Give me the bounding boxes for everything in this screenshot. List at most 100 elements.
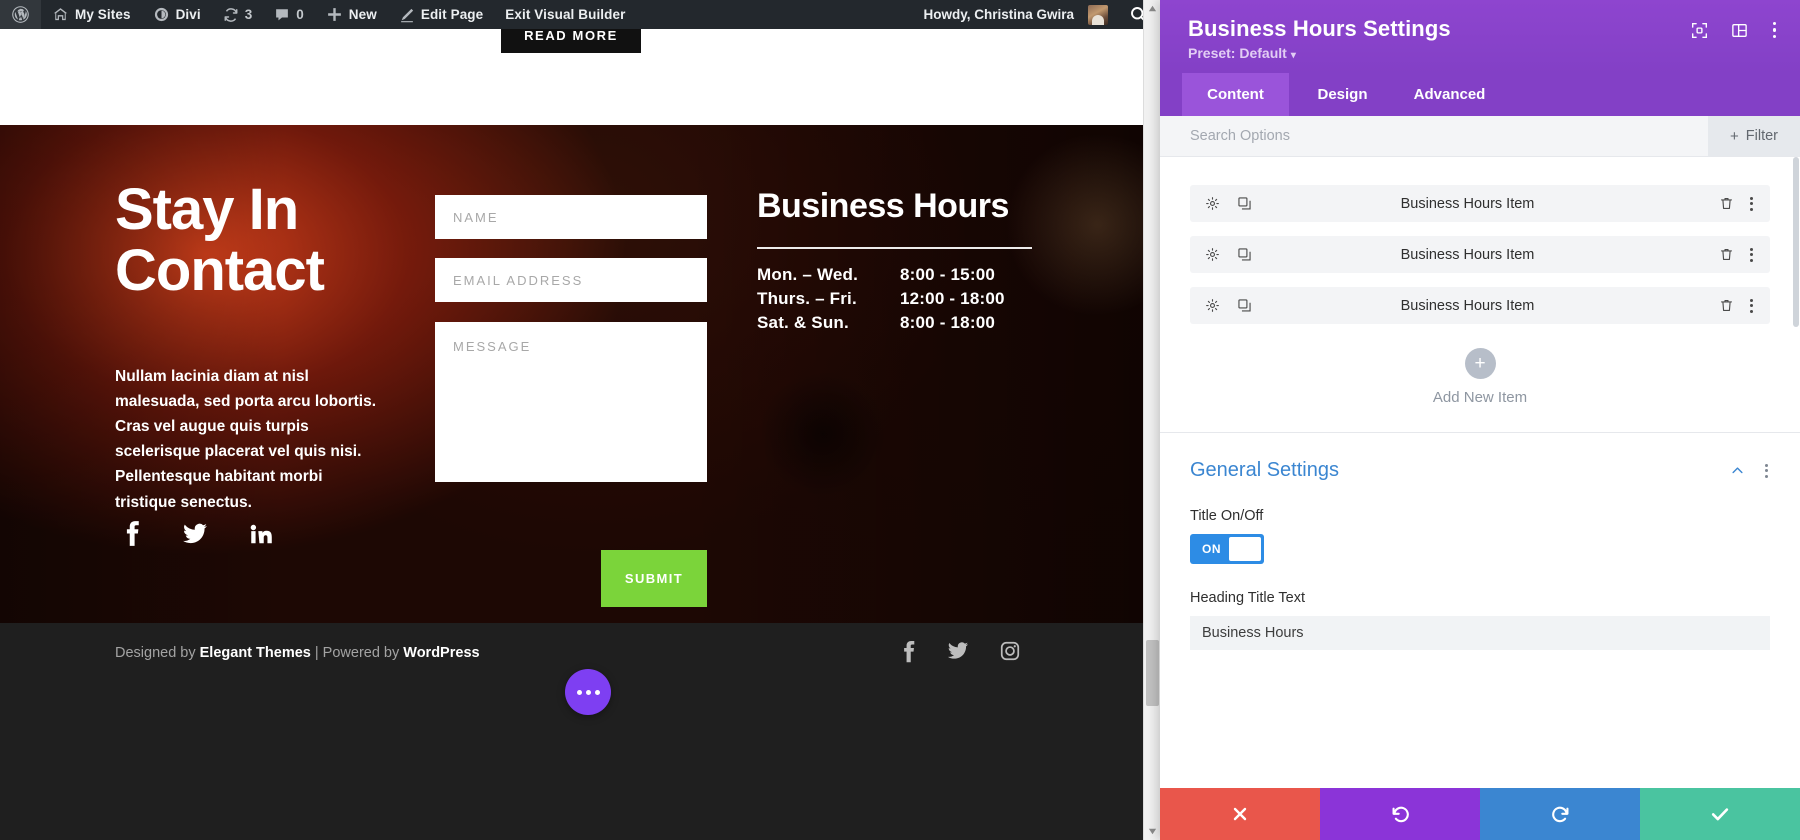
add-new-item-label[interactable]: Add New Item [1190,389,1770,406]
footer-powered-by-brand[interactable]: WordPress [403,645,479,661]
dot [594,689,600,695]
search-options-input[interactable] [1160,116,1708,156]
facebook-icon[interactable] [900,640,917,664]
read-more-button[interactable]: READ MORE [501,29,641,53]
sites-icon [52,6,69,23]
business-hours-day: Thurs. – Fri. [757,289,857,309]
adminbar-exit-visual-builder[interactable]: Exit Visual Builder [494,0,636,29]
filter-button-label: Filter [1745,128,1778,144]
business-hours-row: Sat. & Sun. 8:00 - 18:00 [757,311,1032,335]
hero-heading: Stay In Contact [115,177,325,304]
instagram-icon[interactable] [999,640,1021,664]
hero-social-links [122,520,274,548]
panel-body: Business Hours Item Business Hours Item … [1160,157,1800,788]
panel-title: Business Hours Settings [1188,16,1451,41]
list-item[interactable]: Business Hours Item [1190,287,1770,324]
trash-icon[interactable] [1719,247,1734,262]
list-item-more-icon[interactable] [1748,297,1755,315]
redo-button[interactable] [1480,788,1640,840]
heading-title-input[interactable] [1190,616,1770,650]
adminbar-howdy-label: Howdy, Christina Gwira [923,7,1074,22]
trash-icon[interactable] [1719,298,1734,313]
business-hours-day: Sat. & Sun. [757,313,849,333]
wordpress-icon [11,5,30,24]
general-settings-title: General Settings [1190,459,1339,481]
general-settings-more-icon[interactable] [1763,462,1770,480]
hero-paragraph: Nullam lacinia diam at nisl malesuada, s… [115,368,376,511]
tab-advanced[interactable]: Advanced [1396,73,1503,116]
adminbar-edit-page[interactable]: Edit Page [388,0,494,29]
plus-icon[interactable]: + [1464,348,1496,379]
panel-scrollbar-thumb[interactable] [1793,157,1799,327]
linkedin-icon[interactable] [248,521,274,547]
facebook-icon[interactable] [122,520,142,548]
adminbar-my-sites-label: My Sites [75,7,131,22]
general-settings-header[interactable]: General Settings [1190,459,1770,482]
adminbar-comments[interactable]: 0 [263,0,315,29]
adminbar-my-sites[interactable]: My Sites [41,0,142,29]
adminbar-updates-count: 3 [244,7,253,22]
adminbar-wordpress-logo[interactable] [0,0,41,29]
panel-scrollbar[interactable] [1791,157,1800,788]
add-new-item-control[interactable]: + Add New Item [1190,338,1770,432]
list-item-more-icon[interactable] [1748,195,1755,213]
tab-design[interactable]: Design [1289,73,1396,116]
module-settings-panel: Business Hours Settings Preset: Default … [1160,0,1800,840]
chevron-down-icon: ▾ [1290,50,1296,61]
footer-social-links [900,640,1021,664]
focus-module-icon[interactable] [1691,22,1708,39]
undo-button[interactable] [1320,788,1480,840]
contact-form [435,195,707,487]
divi-page-settings-button[interactable] [565,669,611,715]
layout-columns-icon[interactable] [1731,22,1748,39]
page-canvas: READ MORE Stay In Contact Nullam lacinia… [0,29,1143,840]
adminbar-account[interactable]: Howdy, Christina Gwira [912,0,1119,29]
list-item-label: Business Hours Item [1400,246,1535,263]
twitter-icon[interactable] [182,521,208,547]
twitter-icon[interactable] [947,640,969,664]
list-item[interactable]: Business Hours Item [1190,185,1770,222]
panel-header-actions [1691,16,1778,40]
business-hours-row: Mon. – Wed. 8:00 - 15:00 [757,263,1032,287]
contact-hero-section: Stay In Contact Nullam lacinia diam at n… [0,125,1143,623]
scroll-up-arrow[interactable] [1144,0,1161,17]
plus-icon [326,6,343,23]
scroll-down-arrow[interactable] [1144,823,1161,840]
updates-icon [223,7,239,23]
browser-scrollbar[interactable] [1143,0,1160,840]
footer-designed-by-brand[interactable]: Elegant Themes [200,645,311,661]
trash-icon[interactable] [1719,196,1734,211]
adminbar-updates[interactable]: 3 [212,0,264,29]
business-hours-title: Business Hours [757,187,1009,225]
tab-content[interactable]: Content [1182,73,1289,116]
business-hours-items-list: Business Hours Item Business Hours Item … [1160,157,1800,432]
filter-button[interactable]: + Filter [1708,116,1800,156]
cancel-button[interactable] [1160,788,1320,840]
heading-title-field: Heading Title Text [1190,590,1770,650]
chevron-up-icon[interactable] [1730,463,1745,478]
title-onoff-toggle[interactable]: ON [1190,534,1264,564]
list-item-more-icon[interactable] [1748,246,1755,264]
wordpress-admin-bar: My Sites Divi 3 0 New Edit Page Exit Vis… [0,0,1160,29]
adminbar-new[interactable]: New [315,0,388,29]
business-hours-time: 12:00 - 18:00 [900,289,1005,309]
submit-button[interactable]: SUBMIT [601,550,707,607]
panel-preset-label: Preset: Default [1188,45,1287,61]
email-input[interactable] [435,258,707,302]
name-input[interactable] [435,195,707,239]
adminbar-divi[interactable]: Divi [142,0,212,29]
list-item-label: Business Hours Item [1400,195,1535,212]
heading-title-label: Heading Title Text [1190,590,1305,606]
message-textarea[interactable] [435,322,707,482]
general-settings-section: General Settings Title On/Off ON Heading… [1160,433,1800,650]
item-right-controls [1719,246,1755,264]
panel-preset-selector[interactable]: Preset: Default ▾ [1188,45,1778,61]
business-hours-row: Thurs. – Fri. 12:00 - 18:00 [757,287,1032,311]
panel-more-icon[interactable] [1771,20,1778,40]
adminbar-divi-label: Divi [175,7,201,22]
divi-icon [153,6,170,23]
save-button[interactable] [1640,788,1800,840]
list-item[interactable]: Business Hours Item [1190,236,1770,273]
scrollbar-thumb[interactable] [1146,640,1159,706]
site-footer: Designed by Elegant Themes | Powered by … [0,623,1143,840]
